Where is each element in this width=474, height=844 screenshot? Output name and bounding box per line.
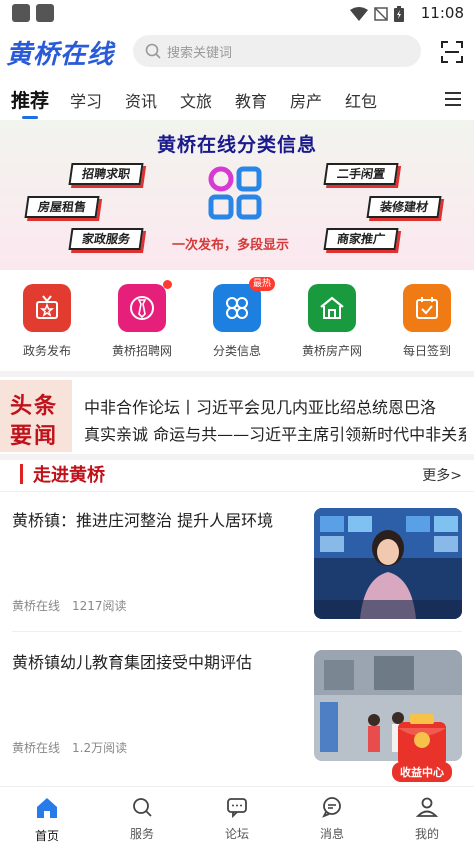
battery-icon (394, 6, 404, 22)
user-icon (415, 797, 439, 817)
category-tabs: 推荐 学习 资讯 文旅 教育 房产 红包 (0, 80, 474, 120)
banner-tag: 二手闲置 (323, 163, 399, 185)
quick-recruitment[interactable]: 黄桥招聘网 (97, 280, 187, 359)
notification-icon (36, 4, 54, 22)
quick-entries: 政务发布 黄桥招聘网 最热 分类信息 黄桥房产网 每日签到 (0, 277, 474, 370)
status-bar: 11:08 (0, 0, 474, 28)
earnings-center-label[interactable]: 收益中心 (392, 762, 452, 782)
section-header: 走进黄桥 更多> (0, 460, 474, 492)
section-title: 走进黄桥 (33, 465, 105, 486)
status-icons (350, 6, 404, 22)
category-grid-icon (208, 166, 262, 220)
chat-icon (227, 798, 247, 819)
tabbar-service[interactable]: 服务 (112, 795, 172, 842)
news-title: 黄桥镇幼儿教育集团接受中期评估 (12, 653, 253, 672)
quick-real-estate[interactable]: 黄桥房产网 (287, 284, 377, 359)
news-source: 黄桥在线 (12, 741, 61, 755)
bottom-tab-bar: 首页 服务 论坛 消息 我的 (0, 786, 474, 844)
search-icon (145, 43, 161, 59)
news-meta: 黄桥在线 1217阅读 (12, 597, 127, 614)
menu-icon[interactable] (445, 92, 461, 106)
house-icon (308, 284, 356, 332)
tab-culture-tourism[interactable]: 文旅 (180, 88, 212, 112)
tabbar-messages[interactable]: 消息 (302, 795, 362, 842)
clock: 11:08 (420, 4, 464, 22)
more-link[interactable]: 更多> (422, 465, 462, 485)
tab-education[interactable]: 教育 (235, 88, 267, 112)
quick-classified-info[interactable]: 最热 分类信息 (192, 277, 282, 359)
tab-study[interactable]: 学习 (70, 88, 102, 112)
headline-item[interactable]: 真实亲诚 命运与共——习近平主席引领新时代中非关系 (84, 421, 466, 445)
tabbar-profile[interactable]: 我的 (397, 795, 457, 842)
news-reads: 1.2万阅读 (72, 741, 128, 755)
tab-real-estate[interactable]: 房产 (290, 88, 322, 112)
banner-tag: 商家推广 (323, 228, 399, 250)
banner-tag: 家政服务 (68, 228, 144, 250)
quick-label: 政务发布 (22, 344, 71, 358)
news-meta: 黄桥在线 1.2万阅读 (12, 739, 127, 756)
gov-icon (23, 284, 71, 332)
no-sim-icon (374, 7, 388, 21)
tabbar-forum[interactable]: 论坛 (207, 795, 267, 842)
calendar-check-icon (403, 284, 451, 332)
notification-icon (12, 4, 30, 22)
red-dot-badge (163, 280, 172, 289)
message-icon (322, 797, 341, 818)
news-item[interactable]: 黄桥镇：推进庄河整治 提升人居环境 黄桥在线 1217阅读 (0, 494, 474, 632)
headline-news: 头条 要闻 中非合作论坛丨习近平会见几内亚比绍总统恩巴洛 真实亲诚 命运与共——… (0, 378, 474, 454)
quick-label: 黄桥招聘网 (111, 344, 172, 358)
banner-tag: 招聘求职 (68, 163, 144, 185)
home-icon (37, 798, 57, 818)
promo-banner[interactable]: 黄桥在线分类信息 招聘求职 二手闲置 房屋租售 装修建材 家政服务 商家推广 一… (0, 120, 474, 270)
banner-subtitle: 一次发布，多段显示 (172, 238, 290, 253)
scan-icon[interactable] (440, 40, 464, 64)
tab-news[interactable]: 资讯 (125, 88, 157, 112)
banner-tag: 装修建材 (366, 196, 442, 218)
headline-logo: 头条 要闻 (0, 380, 72, 452)
search-icon (133, 798, 152, 817)
section-divider (0, 371, 474, 377)
hot-badge: 最热 (248, 277, 275, 291)
top-bar: 黄桥在线 搜索关键词 (0, 28, 474, 76)
quick-label: 黄桥房产网 (301, 344, 362, 358)
news-title: 黄桥镇：推进庄河整治 提升人居环境 (12, 511, 274, 530)
news-source: 黄桥在线 (12, 599, 61, 613)
news-reads: 1217阅读 (72, 599, 127, 613)
tab-recommend[interactable]: 推荐 (11, 86, 49, 113)
clover-icon: 最热 (213, 277, 275, 332)
app-logo: 黄桥在线 (6, 40, 115, 70)
quick-label: 每日签到 (402, 344, 451, 358)
wifi-icon (350, 7, 368, 21)
news-thumbnail (314, 508, 462, 619)
active-tab-indicator (22, 116, 38, 119)
search-placeholder: 搜索关键词 (167, 45, 233, 61)
quick-daily-checkin[interactable]: 每日签到 (382, 284, 472, 359)
banner-title: 黄桥在线分类信息 (156, 134, 317, 156)
section-accent-bar (20, 464, 23, 484)
tie-icon (118, 280, 172, 332)
tab-red-packet[interactable]: 红包 (345, 88, 377, 112)
quick-label: 分类信息 (212, 344, 261, 358)
quick-gov-release[interactable]: 政务发布 (2, 284, 92, 359)
search-input[interactable]: 搜索关键词 (133, 35, 421, 67)
headline-item[interactable]: 中非合作论坛丨习近平会见几内亚比绍总统恩巴洛 (84, 394, 466, 418)
banner-tag: 房屋租售 (24, 196, 100, 218)
tabbar-home[interactable]: 首页 (17, 795, 77, 844)
